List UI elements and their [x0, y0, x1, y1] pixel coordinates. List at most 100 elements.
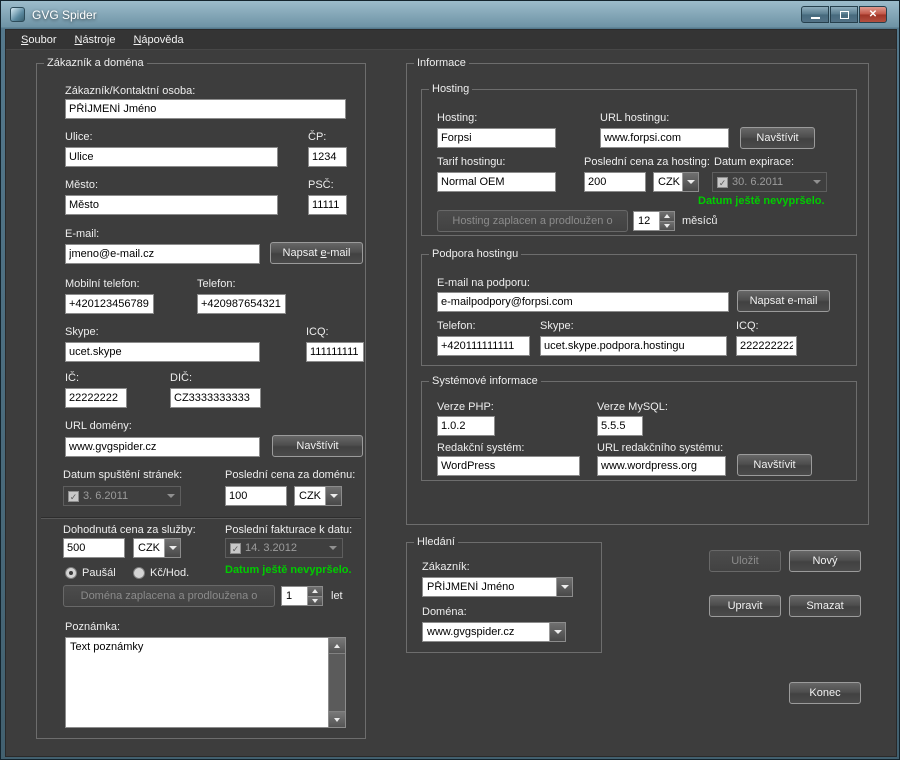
- street-input[interactable]: [65, 147, 278, 167]
- hosting-currency-value: CZK: [658, 176, 680, 188]
- new-button[interactable]: Nový: [789, 550, 861, 572]
- icq-input[interactable]: [306, 342, 364, 362]
- radio-hourly[interactable]: [133, 567, 145, 579]
- domain-currency-combo[interactable]: CZK: [294, 486, 342, 506]
- write-email-label-pre: Napsat: [283, 247, 321, 259]
- mysql-input[interactable]: [597, 416, 643, 436]
- note-scrollbar[interactable]: [328, 638, 345, 727]
- hosting-expiry-datepicker[interactable]: ✓ 30. 6.2011: [712, 172, 827, 192]
- domain-extend-button[interactable]: Doména zaplacena a prodloužena o: [63, 585, 275, 607]
- last-invoice-datepicker[interactable]: ✓ 14. 3.2012: [225, 538, 343, 558]
- support-icq-input[interactable]: [736, 336, 797, 356]
- spin-down-icon[interactable]: [308, 596, 322, 606]
- minimize-icon: [811, 17, 820, 19]
- hosting-name-label: Hosting:: [437, 112, 477, 124]
- domain-price-input[interactable]: [225, 486, 287, 506]
- write-email-button[interactable]: Napsat e-mail: [270, 242, 363, 264]
- exit-button[interactable]: Konec: [789, 682, 861, 704]
- visit-domain-button[interactable]: Navštívit: [272, 435, 363, 457]
- close-button[interactable]: ✕: [859, 6, 887, 23]
- support-email-label: E-mail na podporu:: [437, 277, 530, 289]
- phone-input[interactable]: [197, 294, 286, 314]
- checkbox-icon: ✓: [68, 491, 79, 502]
- divider: [41, 517, 361, 519]
- support-phone-input[interactable]: [437, 336, 530, 356]
- edit-button[interactable]: Upravit: [709, 595, 781, 617]
- hosting-currency-combo[interactable]: CZK: [653, 172, 699, 192]
- write-email-label-post: -mail: [327, 247, 351, 259]
- support-email-input[interactable]: [437, 292, 729, 312]
- php-input[interactable]: [437, 416, 495, 436]
- dic-input[interactable]: [170, 388, 261, 408]
- app-icon: [10, 7, 25, 22]
- menu-soubor[interactable]: Soubor: [12, 31, 65, 49]
- search-customer-combo[interactable]: PŘÍJMENÍ Jméno: [422, 577, 573, 597]
- site-launch-label: Datum spuštění stránek:: [63, 469, 182, 481]
- search-customer-value: PŘÍJMENÍ Jméno: [427, 581, 554, 593]
- domain-currency-value: CZK: [299, 490, 323, 502]
- save-button[interactable]: Uložit: [709, 550, 781, 572]
- menu-nastroje[interactable]: Nástroje: [65, 31, 124, 49]
- cms-url-label: URL redakčního systému:: [597, 442, 723, 454]
- menu-napoveda[interactable]: Nápověda: [124, 31, 192, 49]
- visit-cms-button[interactable]: Navštívit: [737, 454, 812, 476]
- mobile-input[interactable]: [65, 294, 154, 314]
- spin-up-icon[interactable]: [660, 212, 674, 221]
- skype-label: Skype:: [65, 326, 99, 338]
- support-skype-input[interactable]: [540, 336, 727, 356]
- site-launch-datepicker[interactable]: ✓ 3. 6.2011: [63, 486, 181, 506]
- domain-price-label: Poslední cena za doménu:: [225, 469, 355, 481]
- scroll-down-icon[interactable]: [329, 711, 345, 727]
- city-input[interactable]: [65, 195, 278, 215]
- note-textarea[interactable]: Text poznámky: [65, 637, 346, 728]
- title-bar[interactable]: GVG Spider ✕: [1, 1, 900, 29]
- last-invoice-label: Poslední fakturace k datu:: [225, 524, 352, 536]
- menu-nastroje-rest: ástroje: [82, 34, 115, 46]
- visit-hosting-button[interactable]: Navštívit: [740, 127, 815, 149]
- email-label: E-mail:: [65, 228, 99, 240]
- checkbox-icon: ✓: [230, 543, 241, 554]
- domain-extend-stepper[interactable]: 1: [281, 586, 323, 606]
- search-domain-combo[interactable]: www.gvgspider.cz: [422, 622, 566, 642]
- minimize-button[interactable]: [801, 6, 829, 23]
- hosting-extend-stepper[interactable]: 12: [633, 211, 675, 231]
- service-currency-combo[interactable]: CZK: [133, 538, 181, 558]
- delete-button[interactable]: Smazat: [789, 595, 861, 617]
- skype-input[interactable]: [65, 342, 260, 362]
- hosting-url-input[interactable]: [600, 128, 729, 148]
- info-group-title: Informace: [414, 57, 469, 69]
- hosting-expiry-date: 30. 6.2011: [732, 176, 813, 188]
- spin-down-icon[interactable]: [660, 221, 674, 231]
- cms-input[interactable]: [437, 456, 580, 476]
- dic-label: DIČ:: [170, 372, 192, 384]
- contact-input[interactable]: [65, 99, 346, 119]
- service-price-input[interactable]: [63, 538, 125, 558]
- hosting-extend-button[interactable]: Hosting zaplacen a prodloužen o: [437, 210, 628, 232]
- hosting-name-input[interactable]: [437, 128, 556, 148]
- note-text: Text poznámky: [70, 641, 324, 653]
- php-label: Verze PHP:: [437, 401, 494, 413]
- app-window: GVG Spider ✕ Soubor Nástroje Nápověda Zá…: [0, 0, 900, 760]
- chevron-down-icon: [682, 173, 698, 191]
- system-group-title: Systémové informace: [429, 375, 541, 387]
- site-launch-date: 3. 6.2011: [83, 490, 167, 502]
- house-no-input[interactable]: [308, 147, 347, 167]
- hosting-price-input[interactable]: [584, 172, 646, 192]
- street-label: Ulice:: [65, 131, 93, 143]
- search-domain-value: www.gvgspider.cz: [427, 626, 547, 638]
- radio-flat-rate-label: Paušál: [82, 567, 116, 579]
- hosting-tariff-input[interactable]: [437, 172, 556, 192]
- scroll-up-icon[interactable]: [329, 638, 345, 654]
- support-write-email-button[interactable]: Napsat e-mail: [737, 290, 830, 312]
- chevron-down-icon: [329, 546, 337, 550]
- note-label: Poznámka:: [65, 621, 120, 633]
- spin-up-icon[interactable]: [308, 587, 322, 596]
- ic-input[interactable]: [65, 388, 127, 408]
- zip-input[interactable]: [308, 195, 347, 215]
- house-no-label: ČP:: [308, 131, 326, 143]
- email-input[interactable]: [65, 244, 260, 264]
- cms-url-input[interactable]: [597, 456, 726, 476]
- domain-url-input[interactable]: [65, 437, 260, 457]
- radio-flat-rate[interactable]: [65, 567, 77, 579]
- maximize-button[interactable]: [830, 6, 858, 23]
